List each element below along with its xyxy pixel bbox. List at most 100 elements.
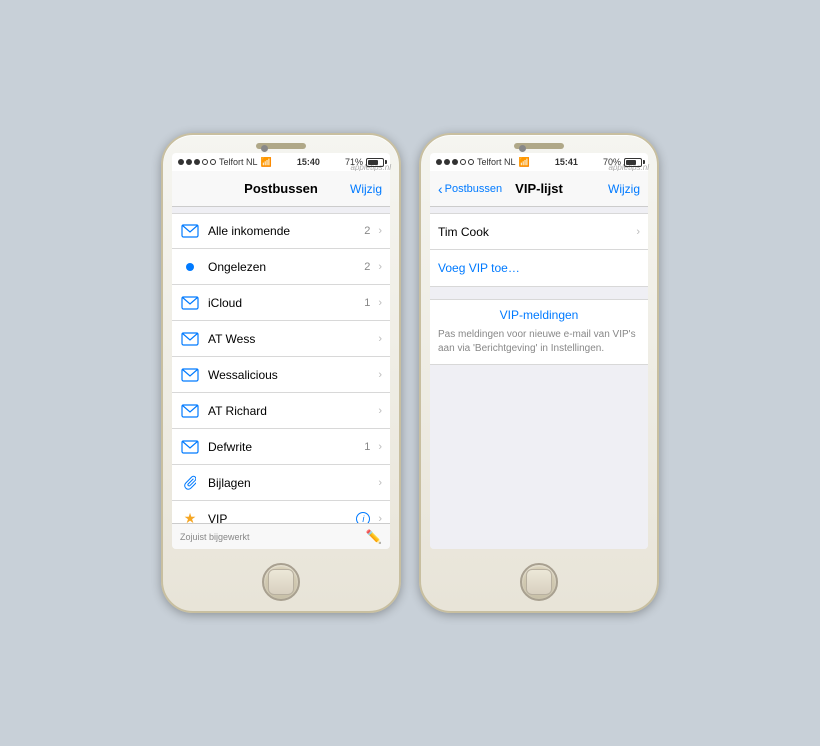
inbox-icon-atwess — [180, 331, 200, 347]
phone-1: appletips.nl Telfort NL 📶 15:40 — [161, 133, 401, 613]
nav-title-1: Postbussen — [244, 181, 318, 196]
paperclip-icon — [180, 475, 200, 491]
phones-container: appletips.nl Telfort NL 📶 15:40 — [161, 133, 659, 613]
dot2 — [186, 159, 192, 165]
inbox-icon-atrichard — [180, 403, 200, 419]
mailbox-label-atrichard: AT Richard — [208, 404, 370, 418]
dot3b — [452, 159, 458, 165]
phone-1-bottom — [163, 557, 399, 611]
mailbox-list: Alle inkomende 2 › Ongelezen 2 › — [172, 207, 390, 523]
mailbox-label-atwess: AT Wess — [208, 332, 362, 346]
mailbox-label-alle: Alle inkomende — [208, 224, 356, 238]
time-2: 15:41 — [555, 157, 578, 167]
mailbox-item-defwrite[interactable]: Defwrite 1 › — [172, 429, 390, 465]
mailbox-item-icloud[interactable]: iCloud 1 › — [172, 285, 390, 321]
mailbox-badge-defwrite: 1 — [364, 441, 370, 453]
phone-2: appletips.nl Telfort NL 📶 15:41 — [419, 133, 659, 613]
mailbox-item-atwess[interactable]: AT Wess › — [172, 321, 390, 357]
mailbox-item-wessalicious[interactable]: Wessalicious › — [172, 357, 390, 393]
mailbox-item-alle[interactable]: Alle inkomende 2 › — [172, 213, 390, 249]
vip-list-section: Tim Cook › Voeg VIP toe… — [430, 213, 648, 287]
compose-icon[interactable]: ✏️ — [366, 529, 382, 545]
carrier-2: Telfort NL — [477, 157, 516, 167]
carrier-1: Telfort NL — [219, 157, 258, 167]
add-vip-item[interactable]: Voeg VIP toe… — [430, 250, 648, 286]
dot5 — [210, 159, 216, 165]
chevron-atwess: › — [378, 333, 382, 345]
icloud-icon — [180, 295, 200, 311]
add-vip-label: Voeg VIP toe… — [438, 261, 640, 275]
phone-2-bottom — [421, 557, 657, 611]
phone-1-top — [163, 135, 399, 153]
vip-name-timcook: Tim Cook — [438, 225, 636, 239]
dot5b — [468, 159, 474, 165]
dot2b — [444, 159, 450, 165]
inbox-icon-wessalicious — [180, 367, 200, 383]
bottom-bar-1: Zojuist bijgewerkt ✏️ — [172, 523, 390, 549]
nav-back-label: Postbussen — [445, 183, 502, 195]
time-1: 15:40 — [297, 157, 320, 167]
wifi-2: 📶 — [519, 157, 530, 168]
mailbox-label-ongelezen: Ongelezen — [208, 260, 356, 274]
mailbox-item-atrichard[interactable]: AT Richard › — [172, 393, 390, 429]
chevron-wessalicious: › — [378, 369, 382, 381]
nav-back[interactable]: ‹ Postbussen — [438, 181, 502, 197]
blue-dot — [186, 263, 194, 271]
mailbox-label-icloud: iCloud — [208, 296, 356, 310]
nav-bar-1: Postbussen Wijzig — [172, 171, 390, 207]
vip-info-section: VIP-meldingen Pas meldingen voor nieuwe … — [430, 299, 648, 365]
chevron-atrichard: › — [378, 405, 382, 417]
chevron-vip: › — [378, 513, 382, 524]
mailbox-item-ongelezen[interactable]: Ongelezen 2 › — [172, 249, 390, 285]
home-inner-1 — [268, 569, 294, 595]
chevron-icloud: › — [378, 297, 382, 309]
chevron-timcook: › — [636, 226, 640, 238]
mailbox-item-vip[interactable]: ★ VIP i › — [172, 501, 390, 523]
home-button-1[interactable] — [262, 563, 300, 601]
mailbox-badge-alle: 2 — [364, 225, 370, 237]
vip-info-text: Pas meldingen voor nieuwe e-mail van VIP… — [438, 328, 640, 356]
dot-icon-ongelezen — [180, 259, 200, 275]
signal-2 — [436, 159, 474, 165]
nav-right-2[interactable]: Wijzig — [608, 182, 640, 196]
info-icon-vip[interactable]: i — [356, 512, 370, 524]
dot4 — [202, 159, 208, 165]
mailbox-label-bijlagen: Bijlagen — [208, 476, 370, 490]
battery-icon-1 — [366, 158, 384, 167]
wifi-1: 📶 — [261, 157, 272, 168]
status-left-1: Telfort NL 📶 — [178, 157, 272, 168]
last-updated: Zojuist bijgewerkt — [180, 532, 250, 542]
nav-bar-2: ‹ Postbussen VIP-lijst Wijzig — [430, 171, 648, 207]
chevron-ongelezen: › — [378, 261, 382, 273]
mailbox-label-defwrite: Defwrite — [208, 440, 356, 454]
nav-title-2: VIP-lijst — [515, 181, 563, 196]
screen-2: Telfort NL 📶 15:41 70% ‹ Postbussen VIP-… — [430, 153, 648, 549]
mailbox-badge-icloud: 1 — [364, 297, 370, 309]
phone-2-top — [421, 135, 657, 153]
home-button-2[interactable] — [520, 563, 558, 601]
chevron-back-icon: ‹ — [438, 181, 443, 197]
camera-1 — [261, 145, 268, 152]
screen-1: Telfort NL 📶 15:40 71% Postbussen Wijzig — [172, 153, 390, 549]
status-left-2: Telfort NL 📶 — [436, 157, 530, 168]
camera-2 — [519, 145, 526, 152]
battery-fill-2 — [626, 160, 636, 165]
mailbox-item-bijlagen[interactable]: Bijlagen › — [172, 465, 390, 501]
dot4b — [460, 159, 466, 165]
mailbox-label-wessalicious: Wessalicious — [208, 368, 370, 382]
vip-contact-timcook[interactable]: Tim Cook › — [430, 214, 648, 250]
vip-info-title[interactable]: VIP-meldingen — [438, 308, 640, 322]
star-icon-vip: ★ — [180, 511, 200, 524]
vip-content: Tim Cook › Voeg VIP toe… VIP-meldingen P… — [430, 207, 648, 549]
dot1b — [436, 159, 442, 165]
inbox-icon-defwrite — [180, 439, 200, 455]
battery-icon-2 — [624, 158, 642, 167]
nav-right-1[interactable]: Wijzig — [350, 182, 382, 196]
signal-1 — [178, 159, 216, 165]
battery-fill-1 — [368, 160, 378, 165]
chevron-alle: › — [378, 225, 382, 237]
mailbox-badge-ongelezen: 2 — [364, 261, 370, 273]
mailbox-label-vip: VIP — [208, 512, 348, 524]
chevron-defwrite: › — [378, 441, 382, 453]
chevron-bijlagen: › — [378, 477, 382, 489]
